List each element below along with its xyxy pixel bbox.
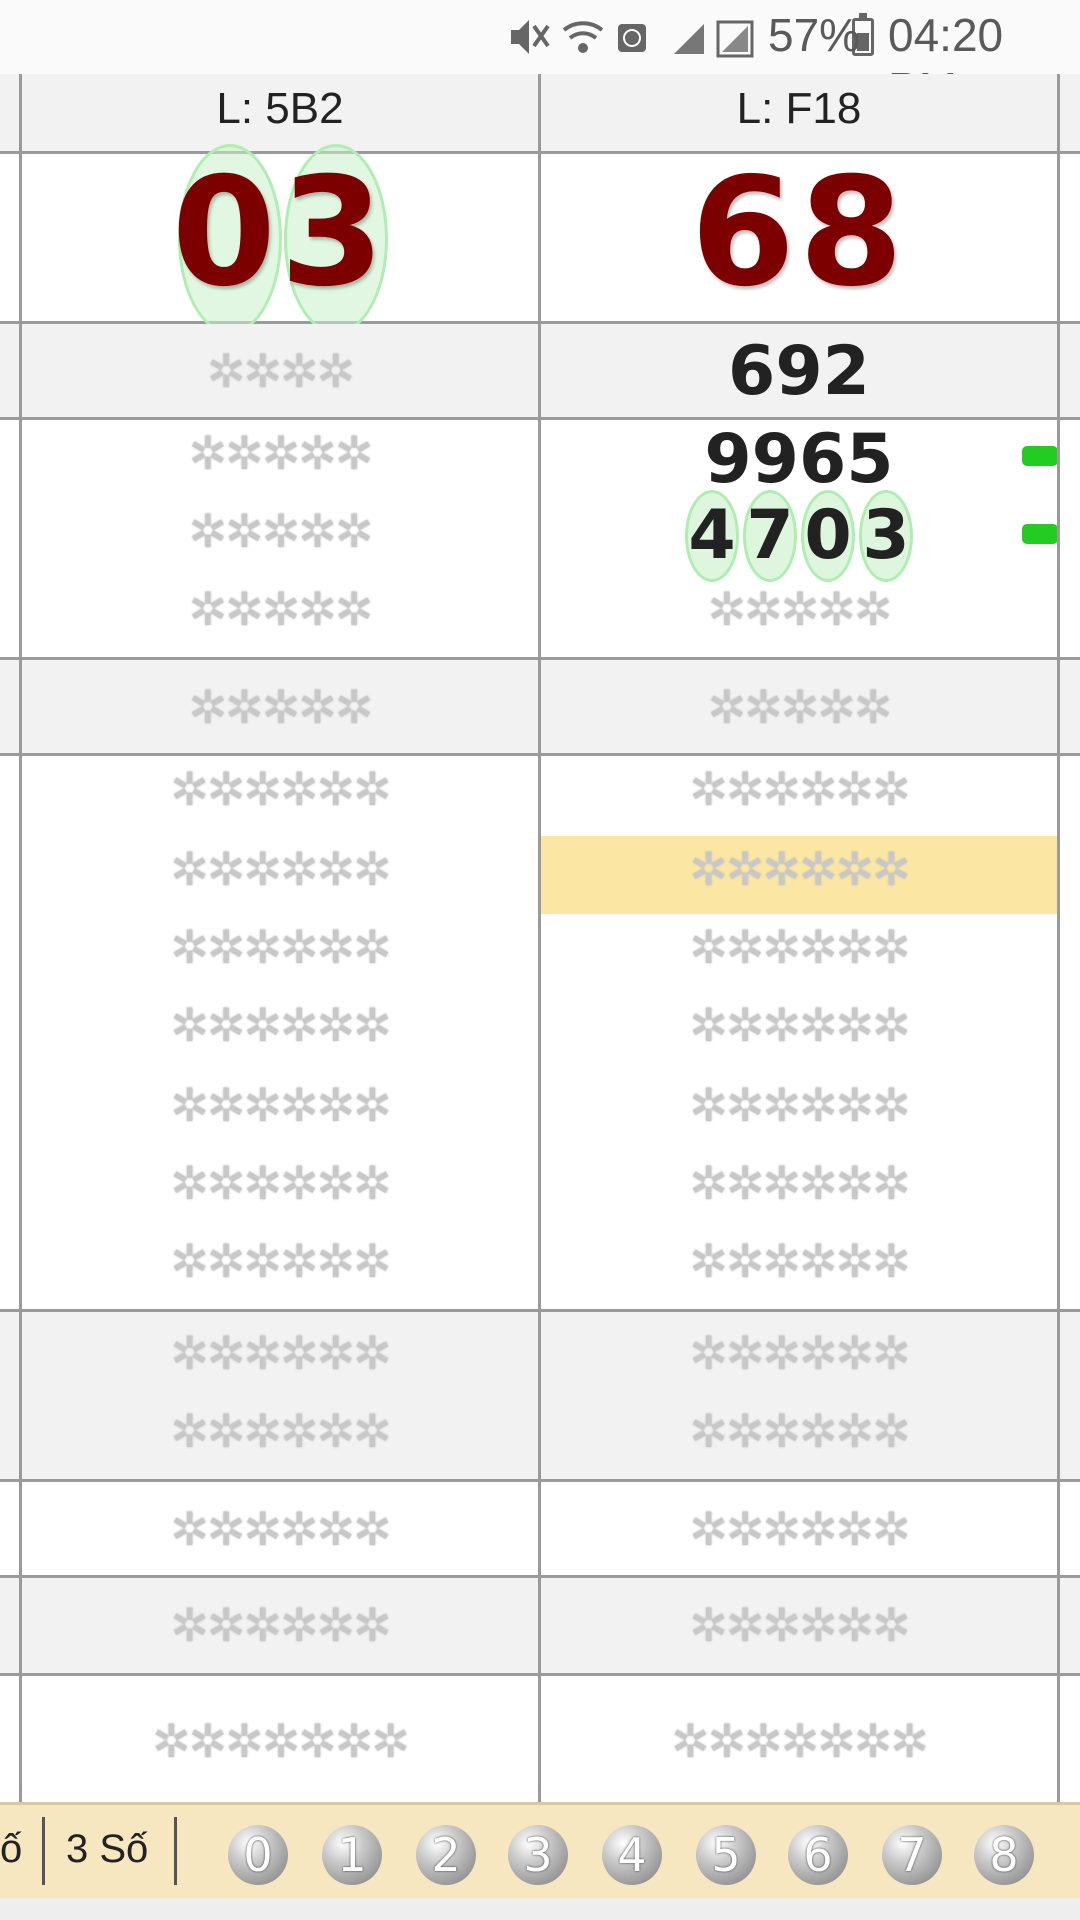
lottery-results-table: L: 5B2 L: F18 03 68 ✲✲✲✲ 692 ✲✲✲✲✲ ✲✲✲✲✲… — [0, 74, 1080, 1802]
highlight-digit: 7 — [743, 490, 797, 582]
hidden-number: ✲✲✲✲✲✲ — [689, 1235, 910, 1287]
digit-button-3[interactable]: 3 — [508, 1825, 568, 1885]
hidden-number: ✲✲✲✲✲✲ — [170, 1235, 391, 1287]
digit-button-1[interactable]: 1 — [322, 1825, 382, 1885]
hidden-number: ✲✲✲✲✲✲ — [689, 1157, 910, 1209]
column-divider — [19, 74, 22, 1802]
hidden-number: ✲✲✲✲✲✲✲ — [152, 1715, 410, 1767]
hidden-number: ✲✲✲✲✲✲ — [689, 999, 910, 1051]
digit-button-0[interactable]: 0 — [228, 1825, 288, 1885]
digit-filter-bar: ố 3 Số 0 1 2 3 4 5 6 7 8 — [0, 1802, 1080, 1898]
prize-number[interactable]: 9965 — [541, 420, 1057, 499]
signal-icon — [716, 20, 754, 58]
hidden-number: ✲✲✲✲✲✲ — [170, 1503, 391, 1555]
digit-button-8[interactable]: 8 — [974, 1825, 1034, 1885]
wifi-icon — [562, 21, 604, 53]
hidden-number: ✲✲✲✲✲✲ — [689, 843, 910, 895]
special-prize-number[interactable]: 03 — [22, 146, 538, 320]
hidden-number: ✲✲✲✲✲ — [707, 681, 893, 733]
digit-button-7[interactable]: 7 — [882, 1825, 942, 1885]
hidden-number: ✲✲✲✲✲✲ — [170, 1157, 391, 1209]
column-header: L: F18 — [736, 84, 862, 133]
special-prize-number[interactable]: 68 — [541, 146, 1057, 320]
signal-icon — [674, 24, 704, 54]
hidden-number: ✲✲✲✲✲ — [188, 505, 374, 557]
digit-button-5[interactable]: 5 — [696, 1825, 756, 1885]
match-marker — [1022, 446, 1058, 466]
hidden-number: ✲✲✲✲✲✲ — [170, 1405, 391, 1457]
match-marker — [1022, 524, 1058, 544]
hidden-number: ✲✲✲✲✲ — [188, 427, 374, 479]
hidden-number: ✲✲✲✲✲✲ — [689, 1599, 910, 1651]
hidden-number: ✲✲✲✲✲✲ — [689, 1079, 910, 1131]
hidden-number: ✲✲✲✲✲✲ — [170, 1079, 391, 1131]
prize-number[interactable]: 692 — [541, 332, 1057, 411]
hidden-number: ✲✲✲✲ — [206, 345, 355, 397]
hidden-number: ✲✲✲✲✲✲ — [170, 921, 391, 973]
digit-button-6[interactable]: 6 — [788, 1825, 848, 1885]
digit-button-2[interactable]: 2 — [416, 1825, 476, 1885]
hidden-number: ✲✲✲✲✲ — [188, 681, 374, 733]
hidden-number: ✲✲✲✲✲✲ — [170, 843, 391, 895]
highlight-digit: 3 — [859, 490, 913, 582]
highlight-digit: 4 — [685, 490, 739, 582]
status-icons — [511, 20, 754, 58]
system-nav-bar — [0, 1898, 1080, 1920]
filter-tab-partial[interactable]: ố — [0, 1827, 22, 1872]
hidden-number: ✲✲✲✲✲✲ — [689, 921, 910, 973]
column-divider — [1057, 74, 1060, 1802]
hidden-number: ✲✲✲✲✲✲ — [689, 763, 910, 815]
hidden-number: ✲✲✲✲✲✲ — [689, 1503, 910, 1555]
status-bar: 57% 04:20 PM — [0, 0, 1080, 115]
mute-icon — [511, 20, 550, 54]
hidden-number: ✲✲✲✲✲✲ — [170, 763, 391, 815]
tab-separator — [42, 1817, 45, 1885]
highlight-digit: 0 — [801, 490, 855, 582]
hidden-number: ✲✲✲✲✲ — [188, 583, 374, 635]
hidden-number: ✲✲✲✲✲✲ — [170, 1327, 391, 1379]
hidden-number: ✲✲✲✲✲✲ — [689, 1405, 910, 1457]
hidden-number: ✲✲✲✲✲✲✲ — [671, 1715, 929, 1767]
hidden-number: ✲✲✲✲✲ — [707, 583, 893, 635]
column-divider — [538, 74, 541, 1802]
tab-separator — [174, 1817, 177, 1885]
battery-percent: 57% — [768, 9, 861, 61]
digit-button-4[interactable]: 4 — [602, 1825, 662, 1885]
vpn-icon — [618, 24, 646, 52]
filter-tab-3-so[interactable]: 3 Số — [66, 1827, 148, 1872]
column-header: L: 5B2 — [216, 84, 344, 133]
hidden-number: ✲✲✲✲✲✲ — [170, 999, 391, 1051]
prize-number-highlighted[interactable]: 4703 — [541, 490, 1057, 582]
hidden-number: ✲✲✲✲✲✲ — [170, 1599, 391, 1651]
hidden-number: ✲✲✲✲✲✲ — [689, 1327, 910, 1379]
